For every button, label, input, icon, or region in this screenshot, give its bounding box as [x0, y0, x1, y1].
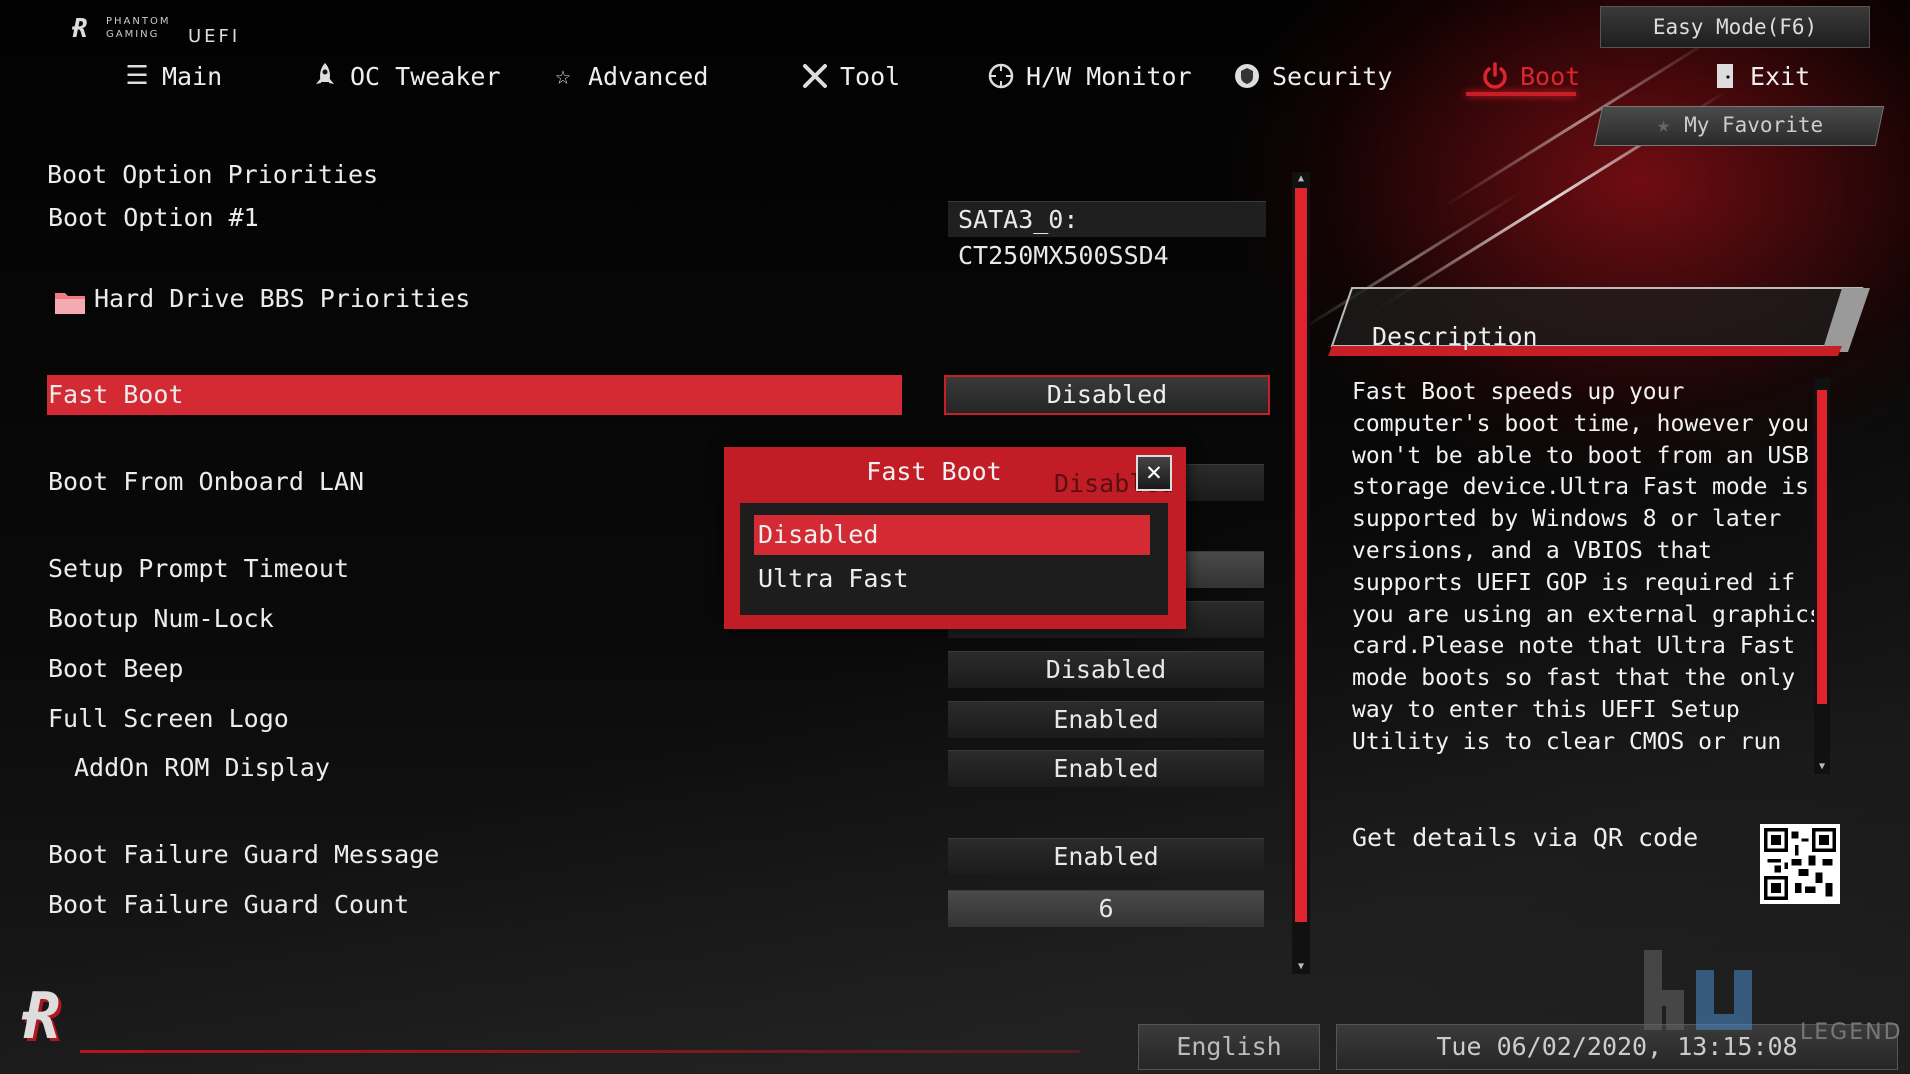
brand-line2: GAMING [106, 29, 160, 40]
scroll-down-arrow-icon[interactable]: ▼ [1814, 760, 1830, 774]
tab-tool[interactable]: Tool [800, 56, 900, 96]
boot-option-1-value[interactable]: SATA3_0: CT250MX500SSD4 [948, 201, 1266, 270]
tab-label: Tool [840, 61, 901, 91]
scroll-down-arrow-icon[interactable]: ▼ [1292, 960, 1310, 974]
language-button[interactable]: English [1138, 1024, 1320, 1070]
exit-door-icon [1710, 61, 1740, 91]
tools-icon [800, 61, 830, 91]
brand-logo: Ɍ PHANTOM GAMING UEFI [72, 14, 252, 50]
option-disabled[interactable]: Disabled [754, 515, 1150, 555]
shield-icon [1232, 61, 1262, 91]
active-tab-indicator [1466, 92, 1576, 96]
description-title: Description [1372, 322, 1538, 351]
top-bar: Ɍ PHANTOM GAMING UEFI Easy Mode(F6) ☰ Ma… [0, 0, 1910, 146]
scrollbar-thumb[interactable] [1295, 188, 1307, 922]
tab-security[interactable]: Security [1232, 56, 1392, 96]
boot-from-lan-label[interactable]: Boot From Onboard LAN [48, 467, 364, 496]
star-icon: ★ [1656, 112, 1671, 138]
tab-label: Main [162, 61, 223, 91]
tab-hw-monitor[interactable]: H/W Monitor [986, 56, 1192, 96]
footer-accent-line [80, 1050, 1080, 1053]
boot-failure-guard-message-label[interactable]: Boot Failure Guard Message [48, 840, 439, 869]
phantom-gaming-logo-icon: Ɍ [22, 980, 61, 1054]
boot-option-priorities-heading: Boot Option Priorities [47, 160, 379, 189]
star-icon: ☆ [555, 61, 571, 91]
description-scrollbar[interactable]: ▼ [1814, 378, 1830, 774]
bootup-numlock-label[interactable]: Bootup Num-Lock [48, 604, 274, 633]
popup-option-list: Disabled Ultra Fast [740, 503, 1168, 615]
settings-scrollbar[interactable]: ▲ ▼ [1292, 172, 1310, 974]
full-screen-logo-label[interactable]: Full Screen Logo [48, 704, 289, 733]
watermark-text: LEGEND [1800, 1020, 1903, 1045]
popup-title: Fast Boot [866, 457, 1002, 486]
monitor-icon [986, 61, 1016, 91]
full-screen-logo-value[interactable]: Enabled [948, 701, 1264, 738]
boot-beep-label[interactable]: Boot Beep [48, 654, 183, 683]
tab-label: OC Tweaker [350, 61, 501, 91]
qr-code-label: Get details via QR code [1352, 823, 1699, 852]
description-text: Fast Boot speeds up your computer's boot… [1352, 379, 1823, 755]
brand-line1: PHANTOM [106, 16, 171, 27]
brand-uefi: UEFI [188, 26, 241, 47]
fast-boot-label[interactable]: Fast Boot [48, 380, 183, 409]
tab-advanced[interactable]: ☆ Advanced [548, 56, 708, 96]
rocket-icon [310, 61, 340, 91]
boot-failure-guard-count-label[interactable]: Boot Failure Guard Count [48, 890, 409, 919]
folder-icon [55, 293, 85, 314]
fast-boot-popup: Disabled Fast Boot ✕ Disabled Ultra Fast [724, 447, 1186, 629]
boot-failure-guard-message-value[interactable]: Enabled [948, 838, 1264, 875]
tab-oc-tweaker[interactable]: OC Tweaker [310, 56, 501, 96]
addon-rom-display-value[interactable]: Enabled [948, 750, 1264, 787]
scroll-up-arrow-icon[interactable]: ▲ [1292, 172, 1310, 186]
boot-beep-value[interactable]: Disabled [948, 651, 1264, 688]
my-favorite-label: My Favorite [1684, 113, 1824, 137]
tab-exit[interactable]: Exit [1710, 56, 1810, 96]
tab-main[interactable]: ☰ Main [122, 56, 222, 96]
addon-rom-display-label[interactable]: AddOn ROM Display [74, 753, 330, 782]
hard-drive-bbs-priorities-link[interactable]: Hard Drive BBS Priorities [94, 284, 470, 313]
scrollbar-thumb[interactable] [1817, 390, 1827, 704]
tab-boot[interactable]: Boot [1480, 56, 1580, 96]
close-icon[interactable]: ✕ [1136, 455, 1172, 491]
option-ultra-fast[interactable]: Ultra Fast [754, 559, 1150, 599]
easy-mode-button[interactable]: Easy Mode(F6) [1600, 6, 1870, 48]
tab-label: Exit [1750, 61, 1811, 91]
power-icon [1480, 61, 1510, 91]
phantom-gaming-logo-icon: Ɍ [72, 14, 88, 44]
boot-option-1-label[interactable]: Boot Option #1 [48, 203, 259, 232]
qr-code-icon[interactable] [1760, 824, 1840, 904]
setup-prompt-timeout-label[interactable]: Setup Prompt Timeout [48, 554, 349, 583]
tab-label: Boot [1520, 61, 1581, 91]
tab-label: Advanced [588, 61, 709, 91]
boot-failure-guard-count-value[interactable]: 6 [948, 890, 1264, 927]
my-favorite-button[interactable]: ★ My Favorite [1600, 106, 1880, 144]
fast-boot-value[interactable]: Disabled [944, 375, 1270, 415]
tab-label: Security [1272, 61, 1393, 91]
tab-label: H/W Monitor [1026, 61, 1192, 91]
list-icon: ☰ [125, 61, 149, 91]
